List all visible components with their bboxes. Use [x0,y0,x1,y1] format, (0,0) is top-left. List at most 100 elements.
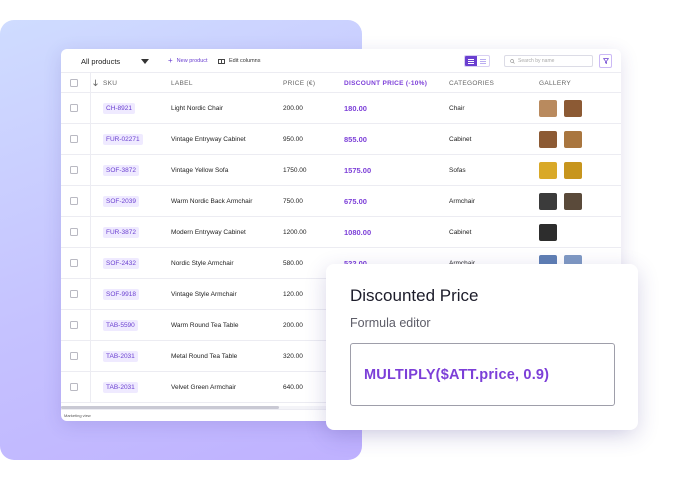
price-cell-text: 200.00 [283,105,303,112]
table-row[interactable]: FUR-3872 Modern Entryway Cabinet 1200.00 10… [61,217,621,248]
chevron-down-icon [141,58,149,64]
discount-cell[interactable]: 180.00 [344,93,367,124]
row-checkbox[interactable] [70,259,78,267]
filter-button[interactable] [599,54,612,68]
price-cell[interactable]: 200.00 [283,93,303,124]
gallery-thumbnail[interactable] [539,224,557,241]
label-cell[interactable]: Light Nordic Chair [171,93,223,124]
category-cell-text: Sofas [449,167,466,174]
sku-cell-text: CH-8921 [103,103,136,114]
sku-cell[interactable]: SOF-9918 [103,279,139,310]
row-checkbox[interactable] [70,290,78,298]
table-row[interactable]: SOF-2039 Warm Nordic Back Armchair 750.00 6… [61,186,621,217]
new-product-button[interactable]: + New product [168,54,208,68]
list-view-button[interactable] [465,56,477,66]
price-cell-text: 580.00 [283,260,303,267]
category-cell[interactable]: Chair [449,93,465,124]
price-cell[interactable]: 120.00 [283,279,303,310]
price-cell[interactable]: 580.00 [283,248,303,279]
header-gallery[interactable]: GALLERY [539,73,571,93]
column-divider [90,279,91,309]
label-cell-text: Metal Round Tea Table [171,353,238,360]
row-checkbox[interactable] [70,228,78,236]
row-checkbox[interactable] [70,383,78,391]
row-checkbox[interactable] [70,352,78,360]
header-discount[interactable]: DISCOUNT PRICE (-10%) [344,73,427,93]
table-row[interactable]: SOF-3872 Vintage Yellow Sofa 1750.00 1575.0… [61,155,621,186]
sku-cell[interactable]: SOF-2432 [103,248,139,279]
category-cell[interactable]: Armchair [449,186,475,217]
discount-cell[interactable]: 855.00 [344,124,367,155]
view-toggle [464,55,490,67]
gallery-thumbnail[interactable] [564,224,582,241]
discount-cell-text: 855.00 [344,135,367,144]
edit-columns-button[interactable]: Edit columns [218,54,261,68]
sku-cell[interactable]: SOF-2039 [103,186,139,217]
grid-view-button[interactable] [477,56,489,66]
header-sku[interactable]: SKU [103,73,117,93]
category-cell[interactable]: Cabinet [449,124,471,155]
label-cell[interactable]: Vintage Style Armchair [171,279,237,310]
view-select-value: All products [81,56,121,66]
category-cell[interactable]: Cabinet [449,217,471,248]
gallery-thumbnail[interactable] [564,193,582,210]
sku-cell[interactable]: TAB-5590 [103,310,138,341]
formula-editor-card: Discounted Price Formula editor MULTIPLY… [326,264,638,430]
label-cell[interactable]: Vintage Yellow Sofa [171,155,228,186]
row-checkbox[interactable] [70,104,78,112]
sku-cell[interactable]: TAB-2031 [103,341,138,372]
gallery-thumbnail[interactable] [539,162,557,179]
gallery-thumbnail[interactable] [564,131,582,148]
price-cell[interactable]: 320.00 [283,341,303,372]
gallery-thumbnail[interactable] [564,162,582,179]
column-divider [90,155,91,185]
sku-cell[interactable]: FUR-3872 [103,217,139,248]
header-price[interactable]: PRICE (€) [283,73,315,93]
gallery-thumbnail[interactable] [539,100,557,117]
label-cell[interactable]: Warm Nordic Back Armchair [171,186,252,217]
label-cell[interactable]: Velvet Green Armchair [171,372,236,403]
sku-cell-text: TAB-2031 [103,382,138,393]
label-cell[interactable]: Nordic Style Armchair [171,248,234,279]
gallery-thumbnail[interactable] [539,131,557,148]
label-cell[interactable]: Vintage Entryway Cabinet [171,124,246,155]
discount-cell-text: 675.00 [344,197,367,206]
sku-cell[interactable]: CH-8921 [103,93,136,124]
search-input[interactable]: Search by name [504,55,593,67]
gallery-thumbnail[interactable] [539,193,557,210]
header-categories[interactable]: CATEGORIES [449,73,494,93]
price-cell[interactable]: 1750.00 [283,155,307,186]
table-row[interactable]: FUR-02271 Vintage Entryway Cabinet 950.00 8… [61,124,621,155]
sku-cell[interactable]: FUR-02271 [103,124,143,155]
edit-columns-label: Edit columns [229,58,261,64]
row-checkbox[interactable] [70,197,78,205]
discount-cell-text: 1575.00 [344,166,372,175]
label-cell-text: Light Nordic Chair [171,105,224,112]
sort-arrow-icon[interactable] [92,73,99,93]
row-checkbox[interactable] [70,321,78,329]
view-select[interactable]: All products [69,53,155,69]
table-row[interactable]: CH-8921 Light Nordic Chair 200.00 180.00 Cha… [61,93,621,124]
discount-cell[interactable]: 1080.00 [344,217,371,248]
formula-input[interactable]: MULTIPLY($ATT.price, 0.9) [350,343,615,406]
price-cell[interactable]: 1200.00 [283,217,307,248]
label-cell[interactable]: Modern Entryway Cabinet [171,217,246,248]
label-cell-text: Vintage Entryway Cabinet [171,136,246,143]
row-checkbox[interactable] [70,166,78,174]
header-label[interactable]: LABEL [171,73,193,93]
label-cell[interactable]: Warm Round Tea Table [171,310,238,341]
label-cell[interactable]: Metal Round Tea Table [171,341,237,372]
sku-cell[interactable]: TAB-2031 [103,372,138,403]
discount-cell[interactable]: 1575.00 [344,155,371,186]
price-cell[interactable]: 750.00 [283,186,303,217]
discount-cell[interactable]: 675.00 [344,186,367,217]
price-cell[interactable]: 200.00 [283,310,303,341]
select-all-checkbox[interactable] [70,79,78,87]
toolbar: All products + New product Edit columns … [61,49,621,73]
price-cell[interactable]: 640.00 [283,372,303,403]
category-cell[interactable]: Sofas [449,155,466,186]
gallery-thumbnail[interactable] [564,100,582,117]
sku-cell[interactable]: SOF-3872 [103,155,139,186]
row-checkbox[interactable] [70,135,78,143]
price-cell[interactable]: 950.00 [283,124,303,155]
